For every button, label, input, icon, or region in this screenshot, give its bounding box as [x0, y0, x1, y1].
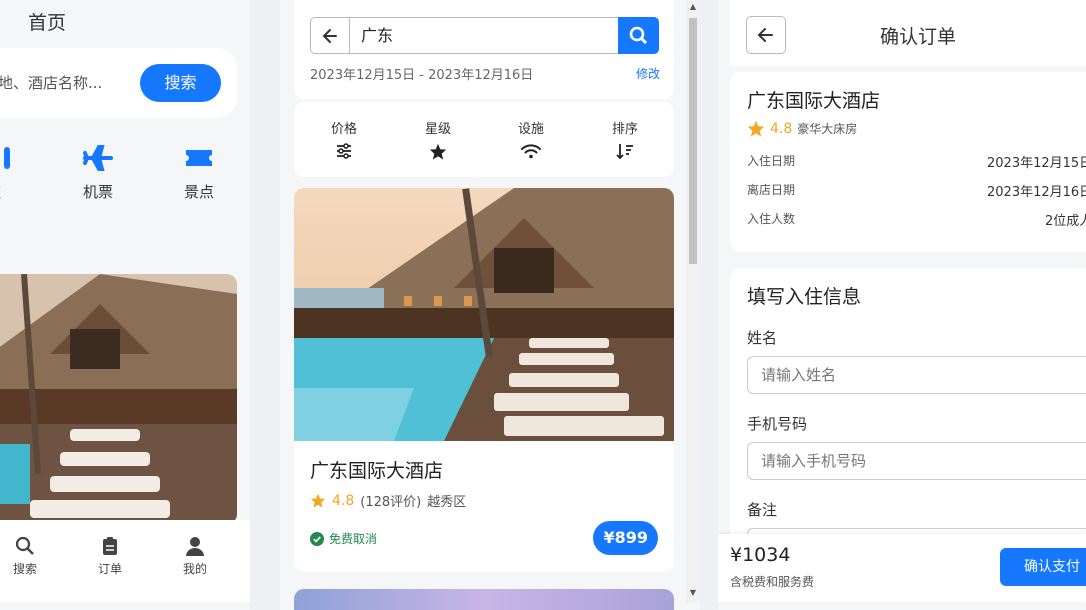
district: 越秀区 — [427, 495, 467, 510]
free-cancel-label: 免费取消 — [329, 532, 378, 546]
order-panel: 确认订单 广东国际大酒店 4.8 豪华大床房 入住日期 2023年12月15日 … — [718, 0, 1086, 610]
row-label: 离店日期 — [747, 183, 796, 197]
search-button[interactable]: 搜索 — [140, 64, 221, 102]
filter-facilities[interactable]: 设施 — [506, 118, 556, 159]
row-value: 2023年12月16日 — [987, 185, 1086, 200]
utensils-icon — [4, 147, 10, 169]
search-bar: 地、酒店名称... 搜索 — [0, 48, 237, 118]
ticket-icon — [186, 150, 212, 166]
hotel-rating: 4.8 豪华大床房 — [747, 120, 857, 137]
search-header: 广东 2023年12月15日 - 2023年12月16日 修改 — [294, 0, 674, 99]
row-value: 2023年12月15日 — [987, 156, 1086, 171]
scroll-down-icon[interactable]: ▼ — [686, 586, 700, 600]
note-label: 备注 — [747, 501, 778, 519]
room-type: 豪华大床房 — [797, 122, 858, 136]
hotel-rating: 4.8 (128评价) 越秀区 — [310, 491, 466, 510]
resort-photo — [0, 274, 237, 524]
page-title: 确认订单 — [880, 26, 957, 48]
row-value: 2位成人 — [1045, 214, 1086, 229]
hotel-card[interactable]: 广东国际大酒店 4.8 (128评价) 越秀区 免费取消 ¥899 — [294, 188, 674, 572]
search-icon — [629, 26, 648, 45]
detail-row: 入住日期 2023年12月15日 — [747, 152, 1086, 171]
hotel-name: 广东国际大酒店 — [747, 90, 881, 112]
tab-label: 订单 — [97, 562, 122, 576]
form-title: 填写入住信息 — [747, 286, 862, 308]
row-label: 入住日期 — [747, 154, 796, 168]
clipboard-icon — [103, 537, 117, 555]
filter-label: 设施 — [517, 122, 544, 137]
arrow-left-icon — [757, 28, 773, 42]
tab-label: 搜索 — [12, 562, 37, 576]
total-price: ¥1034 — [730, 544, 791, 566]
order-summary-card: 广东国际大酒店 4.8 豪华大床房 入住日期 2023年12月15日 离店日期 … — [730, 72, 1086, 252]
rating-score: 4.8 — [332, 492, 355, 509]
search-button[interactable] — [618, 17, 659, 54]
category-label: 机票 — [82, 183, 113, 201]
back-button[interactable] — [746, 16, 786, 54]
featured-hotel-image[interactable] — [0, 274, 237, 524]
phone-field[interactable]: 请输入手机号码 — [747, 442, 1086, 480]
filter-price[interactable]: 价格 — [319, 118, 369, 159]
tab-profile[interactable]: 我的 — [170, 536, 220, 577]
scroll-thumb[interactable] — [689, 18, 697, 264]
sort-icon — [616, 144, 633, 160]
category-dining[interactable]: 餐饮 — [0, 145, 30, 202]
scrollbar[interactable]: ▲ ▼ — [686, 0, 700, 602]
hotel-photo — [294, 188, 674, 441]
confirm-pay-button[interactable]: 确认支付 — [1000, 548, 1086, 586]
date-range: 2023年12月15日 - 2023年12月16日 — [310, 68, 534, 83]
checkout-bar: ¥1034 含税费和服务费 确认支付 — [718, 534, 1086, 602]
tab-search[interactable]: 搜索 — [0, 536, 50, 577]
price-badge[interactable]: ¥899 — [593, 521, 658, 555]
page-title: 首页 — [28, 12, 67, 34]
search-input[interactable]: 广东 — [349, 17, 619, 54]
bottom-tab-bar: 搜索 订单 我的 — [0, 520, 250, 602]
name-field[interactable]: 请输入姓名 — [747, 356, 1086, 394]
check-circle-icon — [310, 531, 324, 546]
search-icon — [15, 536, 34, 555]
name-label: 姓名 — [747, 329, 778, 347]
hotel-name: 广东国际大酒店 — [310, 460, 444, 482]
detail-row: 离店日期 2023年12月16日 — [747, 181, 1086, 200]
sliders-icon — [337, 143, 351, 159]
scroll-up-icon[interactable]: ▲ — [686, 0, 700, 14]
star-icon — [429, 143, 447, 160]
review-count: (128评价) — [360, 495, 422, 510]
filter-label: 价格 — [330, 122, 357, 137]
home-panel: 首页 地、酒店名称... 搜索 餐饮 机票 景点 搜索 — [0, 0, 250, 610]
search-input[interactable]: 地、酒店名称... — [0, 72, 102, 93]
category-flights[interactable]: 机票 — [68, 145, 128, 202]
tax-note: 含税费和服务费 — [730, 575, 815, 589]
filter-label: 星级 — [424, 122, 451, 137]
results-panel: 广东 2023年12月15日 - 2023年12月16日 修改 价格 星级 设施… — [280, 0, 700, 610]
edit-dates-link[interactable]: 修改 — [636, 65, 660, 82]
category-label: 景点 — [183, 183, 214, 201]
filter-bar: 价格 星级 设施 排序 — [294, 102, 674, 177]
phone-label: 手机号码 — [747, 415, 808, 433]
guest-info-form: 填写入住信息 姓名 请输入姓名 手机号码 请输入手机号码 备注 — [730, 268, 1086, 566]
order-header: 确认订单 — [730, 0, 1086, 66]
filter-stars[interactable]: 星级 — [413, 118, 463, 160]
category-label: 餐饮 — [0, 181, 30, 202]
detail-row: 入住人数 2位成人 — [747, 210, 1086, 229]
tab-label: 我的 — [182, 562, 207, 576]
wifi-icon — [521, 144, 541, 159]
star-icon — [310, 493, 326, 508]
tab-orders[interactable]: 订单 — [85, 536, 135, 577]
rating-score: 4.8 — [770, 120, 793, 137]
next-hotel-card[interactable] — [294, 589, 674, 610]
star-icon — [747, 120, 765, 137]
row-label: 入住人数 — [747, 212, 796, 226]
user-icon — [186, 537, 204, 556]
category-attractions[interactable]: 景点 — [169, 145, 229, 202]
plane-icon — [83, 145, 113, 171]
filter-label: 排序 — [611, 122, 638, 137]
filter-sort[interactable]: 排序 — [600, 118, 650, 160]
arrow-left-icon — [322, 29, 337, 43]
free-cancel-badge: 免费取消 — [310, 530, 377, 547]
back-button[interactable] — [310, 17, 350, 54]
